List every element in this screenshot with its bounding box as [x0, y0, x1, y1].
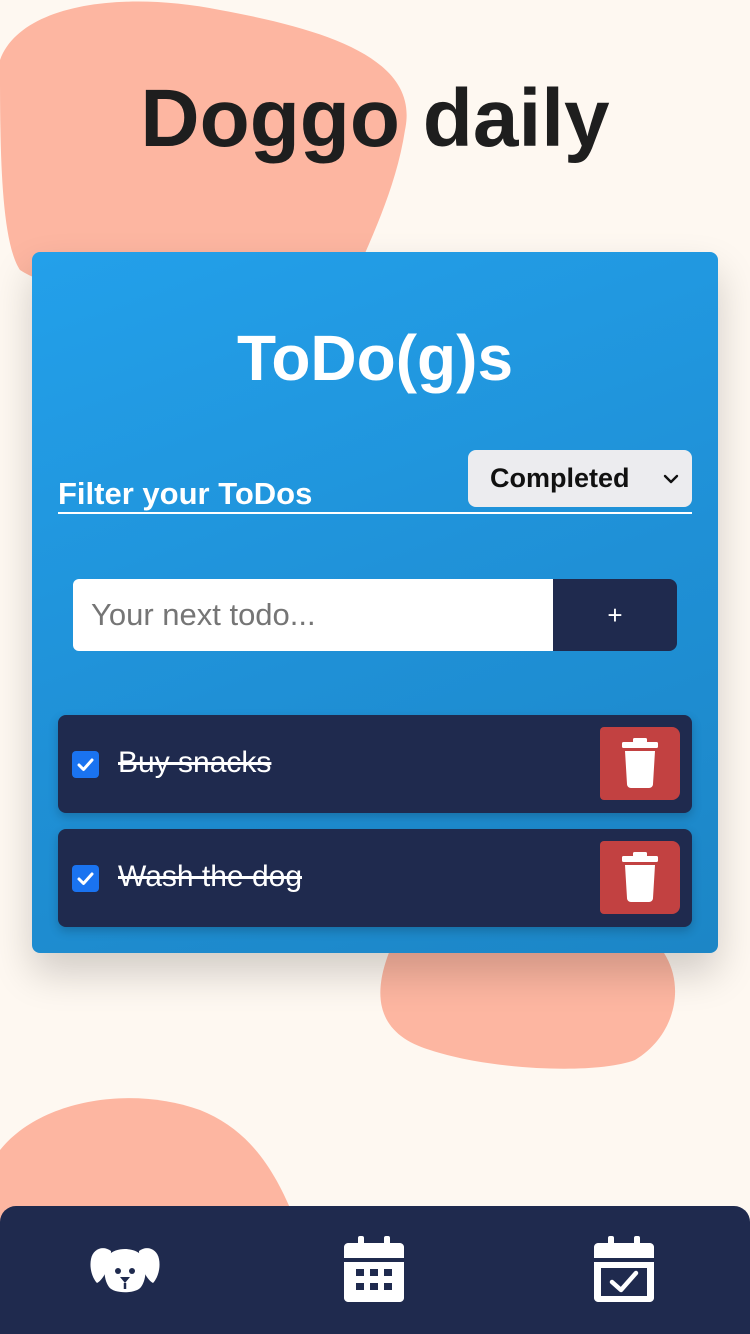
todo-checkbox[interactable]: [72, 751, 99, 778]
todo-item: Wash the dog: [58, 829, 692, 927]
bottom-navigation: [0, 1206, 750, 1334]
filter-selected-value: Completed: [490, 463, 630, 493]
app-title: Doggo daily: [140, 73, 610, 164]
delete-todo-button[interactable]: [600, 727, 680, 800]
dog-icon: [90, 1248, 160, 1293]
filter-divider: [58, 512, 692, 514]
nav-item-tasks[interactable]: [584, 1234, 664, 1304]
todo-input-placeholder: Your next todo...: [91, 597, 316, 632]
nav-item-calendar[interactable]: [334, 1234, 414, 1304]
todo-card: ToDo(g)s Filter your ToDos Completed You…: [32, 252, 718, 953]
checkmark-icon: [77, 758, 94, 771]
trash-icon: [622, 738, 658, 788]
filter-label: Filter your ToDos: [58, 476, 313, 511]
todo-item: Buy snacks: [58, 715, 692, 813]
checkmark-icon: [77, 872, 94, 885]
todo-text: Buy snacks: [118, 746, 272, 779]
trash-icon: [622, 852, 658, 902]
delete-todo-button[interactable]: [600, 841, 680, 914]
calendar-check-icon: [594, 1236, 654, 1302]
todo-checkbox[interactable]: [72, 865, 99, 892]
calendar-icon: [344, 1236, 404, 1302]
add-todo-button[interactable]: +: [553, 579, 677, 651]
card-title: ToDo(g)s: [236, 322, 514, 394]
chevron-down-icon: [663, 474, 679, 484]
todo-text: Wash the dog: [118, 860, 302, 893]
filter-select[interactable]: Completed: [468, 450, 692, 507]
nav-item-home[interactable]: [85, 1234, 165, 1304]
todo-input[interactable]: Your next todo...: [73, 579, 553, 651]
